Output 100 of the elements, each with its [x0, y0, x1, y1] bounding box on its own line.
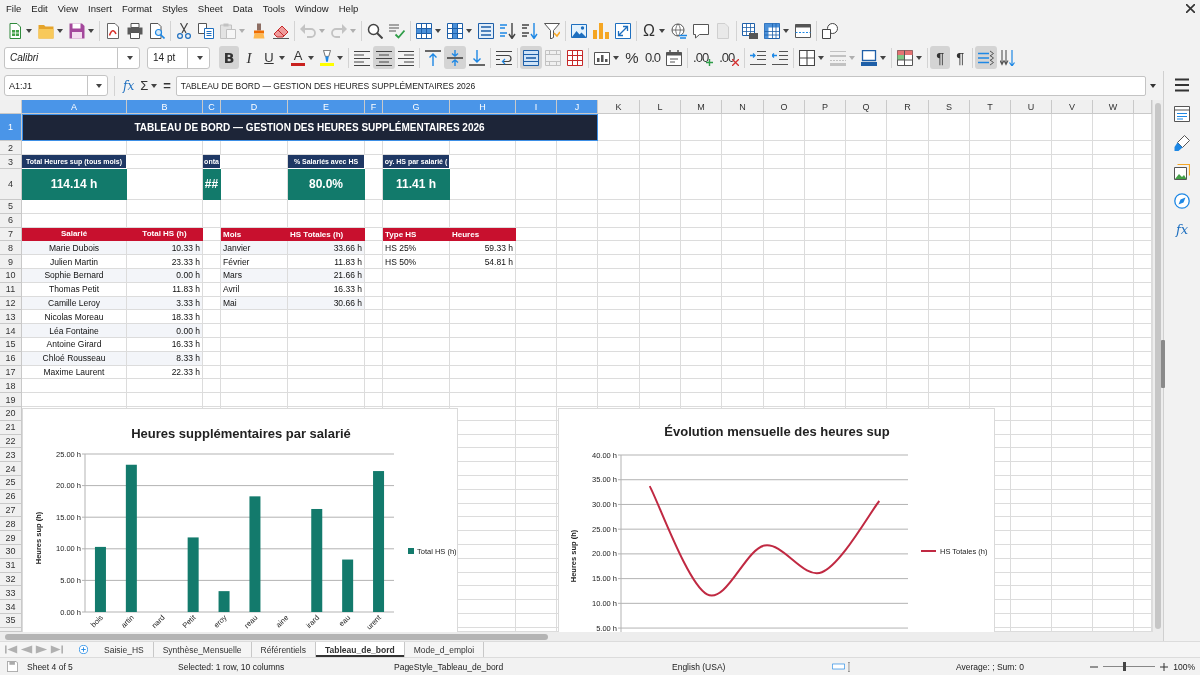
- menu-item[interactable]: File: [1, 0, 27, 17]
- column-header[interactable]: N: [722, 100, 764, 114]
- compass-icon[interactable]: [1174, 193, 1190, 209]
- column-header[interactable]: P: [805, 100, 846, 114]
- special-character-button[interactable]: Ω: [639, 19, 668, 42]
- freeze-panes-icon[interactable]: [764, 22, 780, 39]
- add-sheet-icon[interactable]: [79, 645, 88, 654]
- slider-thumb[interactable]: [1122, 662, 1126, 671]
- column-header[interactable]: W: [1093, 100, 1134, 114]
- row-header[interactable]: 3: [0, 155, 22, 169]
- dropdown-arrow-icon[interactable]: [96, 83, 102, 88]
- language-label[interactable]: English (USA): [672, 661, 822, 672]
- menu-item[interactable]: Help: [333, 0, 364, 17]
- add-decimal-place-button[interactable]: .00: [690, 46, 717, 69]
- name-box[interactable]: A1:J1: [4, 75, 108, 96]
- row-header[interactable]: 23: [0, 448, 22, 463]
- font-color-button[interactable]: A: [288, 46, 317, 69]
- font-size-box[interactable]: 14 pt: [147, 46, 210, 69]
- row-header[interactable]: 29: [0, 531, 22, 545]
- row-header[interactable]: 8: [0, 241, 22, 256]
- menu-item[interactable]: Styles: [156, 0, 193, 17]
- horizontal-scrollbar[interactable]: [0, 632, 1163, 641]
- resize-grip[interactable]: [1161, 340, 1165, 388]
- column-header[interactable]: L: [640, 100, 681, 114]
- menu-item[interactable]: View: [52, 0, 84, 17]
- dropdown-arrow-icon[interactable]: [279, 55, 285, 60]
- dropdown-arrow-icon[interactable]: [88, 28, 94, 33]
- menu-item[interactable]: Window: [289, 0, 334, 17]
- expand-arrow-icon[interactable]: [1150, 83, 1156, 88]
- number-format-icon[interactable]: [594, 49, 610, 66]
- dropdown-arrow-icon[interactable]: [818, 55, 825, 60]
- table-rows-icon[interactable]: [416, 22, 432, 39]
- underline-button[interactable]: U: [259, 46, 288, 69]
- gallery-icon[interactable]: [1174, 164, 1190, 180]
- functions-button[interactable]: fx: [1175, 222, 1189, 238]
- plus-icon[interactable]: [1160, 662, 1169, 671]
- column-header[interactable]: R: [887, 100, 929, 114]
- menu-item[interactable]: Sheet: [192, 0, 228, 17]
- column-header[interactable]: S: [929, 100, 970, 114]
- percent-format-button[interactable]: %: [622, 46, 642, 69]
- formula-input[interactable]: TABLEAU DE BORD — GESTION DES HEURES SUPPLÉMENTAIRES 2026: [175, 75, 1146, 96]
- dropdown-arrow-icon[interactable]: [880, 55, 887, 60]
- column-header[interactable]: O: [764, 100, 805, 114]
- row-header[interactable]: 34: [0, 600, 22, 614]
- number-decimal-button[interactable]: 0.0: [642, 46, 664, 69]
- row-header[interactable]: 33: [0, 586, 22, 601]
- conditional-format-icon[interactable]: [897, 49, 914, 66]
- sum-button[interactable]: Σ: [137, 75, 161, 96]
- dropdown-arrow-icon[interactable]: [466, 28, 472, 33]
- border-color-icon[interactable]: [861, 49, 878, 66]
- dropdown-arrow-icon[interactable]: [197, 55, 203, 60]
- zoom-percentage[interactable]: 100%: [1173, 661, 1195, 672]
- menu-item[interactable]: Insert: [83, 0, 117, 17]
- paintbrush-icon[interactable]: [1174, 135, 1190, 151]
- function-wizard-button[interactable]: fx: [120, 75, 138, 96]
- properties-icon[interactable]: [1174, 106, 1190, 122]
- sheet-tab[interactable]: Tableau_de_bord: [315, 642, 405, 657]
- row-header[interactable]: 2: [0, 141, 22, 155]
- row-header[interactable]: 4: [0, 169, 22, 200]
- left-to-right-button[interactable]: ¶: [930, 46, 951, 69]
- delete-decimal-place-button[interactable]: .00: [716, 46, 743, 69]
- row-header[interactable]: 14: [0, 324, 22, 338]
- column-header[interactable]: T: [970, 100, 1011, 114]
- formula-button[interactable]: =: [160, 75, 174, 96]
- column-header[interactable]: U: [1011, 100, 1052, 114]
- bold-button[interactable]: B: [219, 46, 239, 69]
- close-icon[interactable]: [1186, 4, 1195, 13]
- table-columns-icon[interactable]: [447, 22, 463, 39]
- dropdown-arrow-icon[interactable]: [435, 28, 441, 33]
- dropdown-arrow-icon[interactable]: [916, 55, 923, 60]
- menu-item[interactable]: Tools: [257, 0, 290, 17]
- menu-icon[interactable]: [1174, 77, 1190, 93]
- dropdown-arrow-icon[interactable]: [659, 28, 665, 33]
- highlighter-icon[interactable]: [320, 49, 334, 62]
- spreadsheet-icon[interactable]: [7, 22, 23, 39]
- menu-item[interactable]: Format: [116, 0, 157, 17]
- row-header[interactable]: 13: [0, 310, 22, 325]
- dropdown-arrow-icon[interactable]: [151, 83, 158, 88]
- dropdown-arrow-icon[interactable]: [57, 28, 63, 33]
- dropdown-arrow-icon[interactable]: [127, 55, 133, 60]
- row-header[interactable]: 18: [0, 379, 22, 394]
- font-name-box[interactable]: Calibri: [4, 46, 140, 69]
- dropdown-arrow-icon[interactable]: [613, 55, 619, 60]
- dropdown-arrow-icon[interactable]: [308, 55, 314, 60]
- row-header[interactable]: 9: [0, 255, 22, 269]
- column-header[interactable]: V: [1052, 100, 1093, 114]
- dropdown-arrow-icon[interactable]: [26, 28, 32, 33]
- scrollbar-thumb[interactable]: [5, 634, 548, 640]
- column-header[interactable]: M: [681, 100, 722, 114]
- right-to-left-button[interactable]: ¶: [950, 46, 971, 69]
- italic-button[interactable]: I: [239, 46, 259, 69]
- row-header[interactable]: 28: [0, 517, 22, 532]
- dropdown-arrow-icon[interactable]: [337, 55, 343, 60]
- menu-item[interactable]: Edit: [26, 0, 53, 17]
- row-header[interactable]: 24: [0, 462, 22, 476]
- column-header[interactable]: Q: [846, 100, 887, 114]
- row-header[interactable]: 5: [0, 200, 22, 214]
- row-header[interactable]: 19: [0, 393, 22, 407]
- column-header[interactable]: K: [598, 100, 640, 114]
- dropdown-arrow-icon[interactable]: [783, 28, 789, 33]
